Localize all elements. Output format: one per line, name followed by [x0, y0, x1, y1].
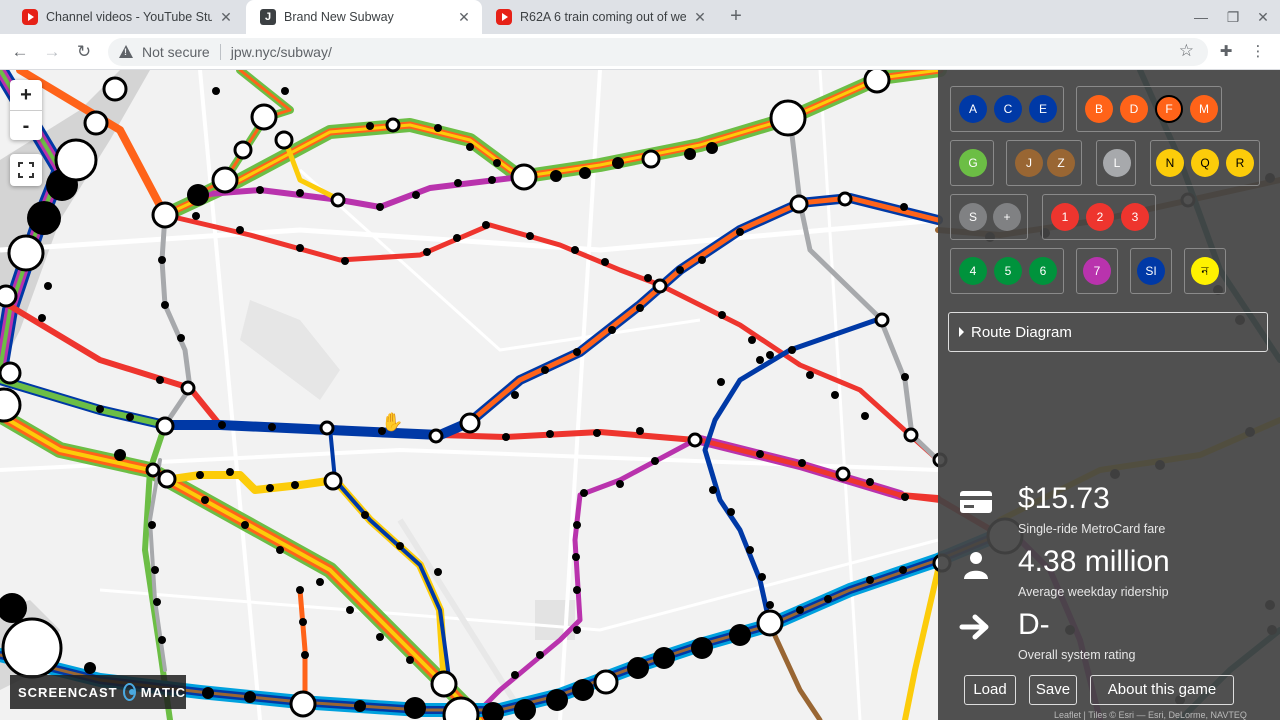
caret-right-icon	[959, 327, 964, 337]
line-bullet-z[interactable]: Z	[1047, 149, 1075, 177]
map-attribution[interactable]: Leaflet | Tiles © Esri — Esri, DeLorme, …	[1054, 710, 1247, 720]
add-line-button[interactable]: +	[993, 203, 1021, 231]
minimize-icon[interactable]: —	[1190, 6, 1212, 28]
security-label[interactable]: Not secure	[142, 44, 210, 60]
about-button[interactable]: About this game	[1090, 675, 1234, 705]
line-bullet-7[interactable]: 7	[1083, 257, 1111, 285]
line-bullet-r[interactable]: R	[1226, 149, 1254, 177]
line-bullet-c[interactable]: C	[994, 95, 1022, 123]
close-icon[interactable]: ✕	[692, 9, 708, 26]
zoom-in-button[interactable]: +	[10, 80, 42, 110]
line-group-jz: J Z	[1006, 140, 1082, 186]
ridership-value: 4.38 million	[1018, 545, 1170, 578]
load-button[interactable]: Load	[964, 675, 1016, 705]
address-bar[interactable]: Not secure jpw.nyc/subway/ ☆	[108, 38, 1208, 66]
restore-icon[interactable]: ❐	[1222, 6, 1244, 28]
line-bullet-5[interactable]: 5	[994, 257, 1022, 285]
fullscreen-icon	[18, 162, 34, 178]
youtube-icon	[496, 9, 512, 25]
line-bullet-d[interactable]: D	[1120, 95, 1148, 123]
line-bullet-3[interactable]: 3	[1121, 203, 1149, 231]
tab-title: R62A 6 train coming out of westc	[520, 10, 686, 24]
line-group-g: G	[950, 140, 994, 186]
record-icon	[122, 683, 136, 701]
tab-r62a-video[interactable]: R62A 6 train coming out of westc ✕	[482, 0, 718, 34]
line-bullet-1[interactable]: 1	[1051, 203, 1079, 231]
line-group-ace: A C E	[950, 86, 1064, 132]
watermark-right: MATIC	[140, 684, 186, 700]
metrocard-icon	[960, 491, 992, 513]
line-bullet-a[interactable]: A	[959, 95, 987, 123]
line-bullet-4[interactable]: 4	[959, 257, 987, 285]
line-bullet-l[interactable]: L	[1103, 149, 1131, 177]
hand-cursor-icon: ✋	[381, 412, 404, 432]
screencast-watermark: SCREENCAST MATIC	[10, 675, 186, 709]
line-bullet-2[interactable]: 2	[1086, 203, 1114, 231]
fare-label: Single-ride MetroCard fare	[1018, 522, 1166, 536]
extensions-icon[interactable]: ✚	[1214, 40, 1238, 64]
new-tab-button[interactable]: +	[724, 4, 748, 28]
route-diagram-label: Route Diagram	[971, 323, 1072, 341]
line-bullet-j[interactable]: J	[1015, 149, 1043, 177]
warning-icon[interactable]	[118, 44, 134, 60]
close-window-icon[interactable]: ✕	[1252, 6, 1274, 28]
line-bullet-si[interactable]: SI	[1137, 257, 1165, 285]
line-group-nqr: N Q R	[1150, 140, 1260, 186]
j-icon: J	[260, 9, 276, 25]
line-bullet-6[interactable]: 6	[1029, 257, 1057, 285]
zoom-out-button[interactable]: -	[10, 110, 42, 140]
close-icon[interactable]: ✕	[218, 9, 234, 26]
line-group-shuttle: S +	[950, 194, 1028, 240]
tab-title: Channel videos - YouTube Studio	[46, 10, 212, 24]
line-group-si: SI	[1130, 248, 1172, 294]
line-group-l: L	[1096, 140, 1136, 186]
person-icon	[964, 552, 988, 579]
ridership-label: Average weekday ridership	[1018, 585, 1169, 599]
menu-icon[interactable]: ⋮	[1246, 40, 1270, 64]
line-bullet-b[interactable]: B	[1085, 95, 1113, 123]
tab-youtube-studio[interactable]: Channel videos - YouTube Studio ✕	[8, 0, 244, 34]
fare-value: $15.73	[1018, 482, 1110, 515]
reload-icon[interactable]: ↻	[72, 40, 96, 64]
line-group-custom: ন	[1184, 248, 1226, 294]
watermark-left: SCREENCAST	[18, 684, 118, 700]
line-bullet-f[interactable]: F	[1155, 95, 1183, 123]
tab-strip: Channel videos - YouTube Studio ✕ J Bran…	[0, 0, 1280, 34]
address-divider	[219, 44, 221, 60]
line-group-bdfm: B D F M	[1076, 86, 1222, 132]
fullscreen-button[interactable]	[10, 154, 42, 186]
youtube-icon	[22, 9, 38, 25]
back-arrow-icon[interactable]: ←	[8, 40, 32, 64]
tab-title: Brand New Subway	[284, 10, 394, 24]
line-bullet-e[interactable]: E	[1029, 95, 1057, 123]
big-black-stations	[0, 169, 751, 720]
bookmark-star-icon[interactable]: ☆	[1179, 41, 1194, 61]
line-bullet-n[interactable]: N	[1156, 149, 1184, 177]
line-bullet-custom[interactable]: ন	[1191, 257, 1219, 285]
save-button[interactable]: Save	[1029, 675, 1077, 705]
line-group-7: 7	[1076, 248, 1118, 294]
line-group-123: 1 2 3	[1042, 194, 1156, 240]
url-text[interactable]: jpw.nyc/subway/	[231, 44, 332, 60]
line-bullet-m[interactable]: M	[1190, 95, 1218, 123]
rating-label: Overall system rating	[1018, 648, 1136, 662]
tab-brand-new-subway[interactable]: J Brand New Subway ✕	[246, 0, 482, 34]
line-group-456: 4 5 6	[950, 248, 1064, 294]
game-panel: A C E B D F M G J Z L N Q R S + 1 2 3 4 …	[938, 70, 1280, 720]
arrow-right-icon	[959, 614, 989, 640]
forward-arrow-icon[interactable]: →	[40, 40, 64, 64]
zoom-control: + -	[10, 80, 42, 140]
browser-toolbar: ← → ↻ Not secure jpw.nyc/subway/ ☆ ✚ ⋮	[0, 34, 1280, 70]
line-bullet-g[interactable]: G	[959, 149, 987, 177]
line-bullet-q[interactable]: Q	[1191, 149, 1219, 177]
close-icon[interactable]: ✕	[456, 9, 472, 26]
rating-value: D-	[1018, 608, 1050, 641]
route-diagram-toggle[interactable]: Route Diagram	[948, 312, 1268, 352]
line-bullet-s[interactable]: S	[959, 203, 987, 231]
